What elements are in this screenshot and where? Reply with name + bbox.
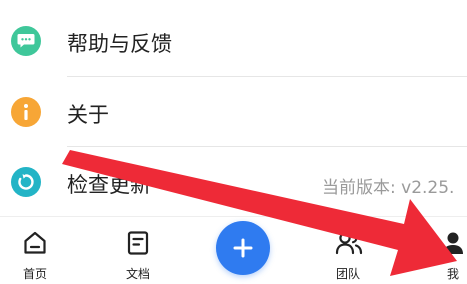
person-icon — [440, 230, 466, 256]
refresh-icon — [11, 167, 41, 197]
tab-label: 首页 — [22, 267, 47, 281]
tab-documents[interactable]: 文档 — [103, 217, 173, 284]
add-button[interactable] — [216, 221, 270, 275]
tab-label: 团队 — [335, 267, 360, 281]
menu-item-label: 检查更新 — [67, 173, 151, 197]
info-icon — [11, 97, 41, 127]
document-icon — [125, 230, 151, 256]
version-text: 当前版本: v2.25. — [322, 178, 455, 198]
team-icon — [335, 230, 363, 256]
menu-item-label: 帮助与反馈 — [67, 32, 172, 56]
chat-bubble-icon — [11, 26, 41, 56]
tab-label: 文档 — [125, 267, 150, 281]
settings-menu-list: 帮助与反馈 关于 检查更新 当前版本: v2.25. — [0, 0, 467, 216]
menu-item-help-feedback[interactable]: 帮助与反馈 — [0, 6, 467, 76]
menu-item-check-update[interactable]: 检查更新 当前版本: v2.25. — [0, 147, 467, 217]
plus-icon — [233, 238, 253, 258]
tab-me[interactable]: 我 — [418, 217, 467, 284]
tab-home[interactable]: 首页 — [0, 217, 70, 284]
home-icon — [22, 230, 48, 256]
tab-label: 我 — [446, 267, 459, 281]
menu-item-label: 关于 — [67, 103, 109, 127]
bottom-tab-bar: 首页 文档 团队 我 — [0, 216, 467, 284]
tab-team[interactable]: 团队 — [313, 217, 383, 284]
menu-item-about[interactable]: 关于 — [0, 77, 467, 147]
